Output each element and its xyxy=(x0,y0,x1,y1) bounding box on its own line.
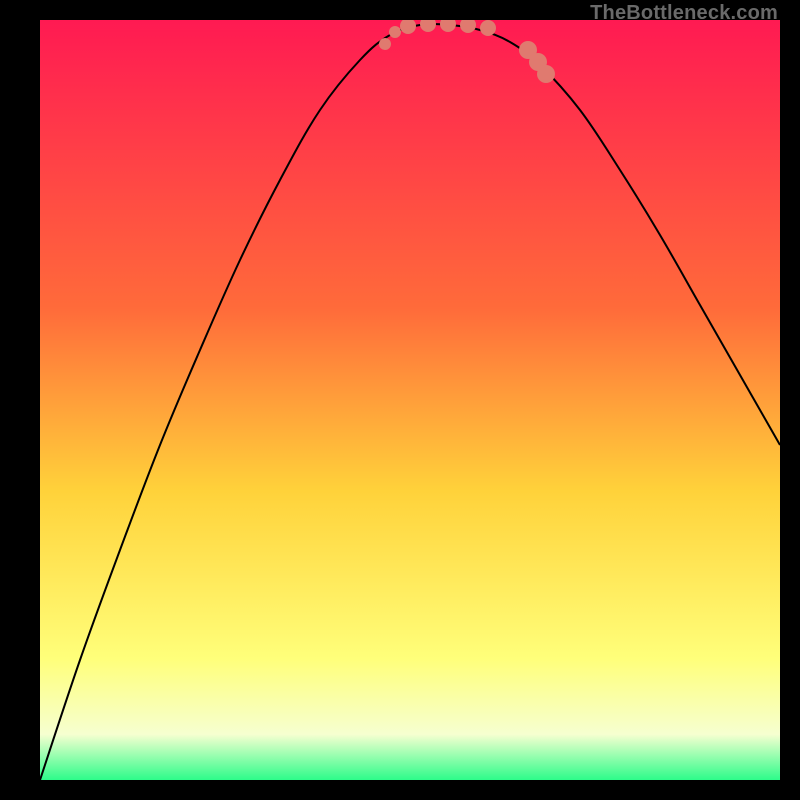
gradient-backdrop xyxy=(40,20,780,780)
marker-dot xyxy=(480,20,496,36)
plot-area xyxy=(40,20,780,780)
chart-frame: TheBottleneck.com xyxy=(0,0,800,800)
marker-dot xyxy=(379,38,391,50)
watermark-text: TheBottleneck.com xyxy=(590,2,778,25)
marker-dot xyxy=(389,26,401,38)
bottleneck-chart xyxy=(40,20,780,780)
marker-dot xyxy=(537,65,555,83)
